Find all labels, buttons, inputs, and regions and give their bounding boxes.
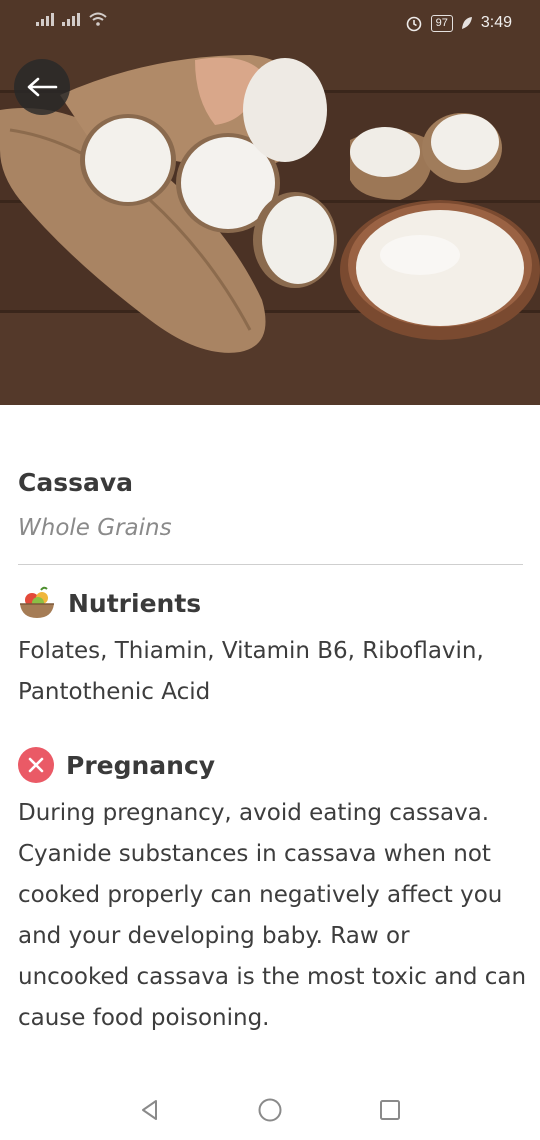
pregnancy-text: During pregnancy, avoid eating cassava. … xyxy=(18,800,527,1031)
home-circle-icon xyxy=(258,1098,282,1122)
close-circle-icon xyxy=(18,747,54,783)
alarm-icon xyxy=(406,16,421,32)
pregnancy-heading: Pregnancy xyxy=(66,750,216,780)
food-title: Cassava xyxy=(18,468,134,497)
signal-1-icon xyxy=(36,13,54,26)
nav-recents-button[interactable] xyxy=(370,1090,410,1130)
back-button[interactable] xyxy=(14,59,70,115)
battery-level: 97 xyxy=(430,14,453,32)
signal-indicators xyxy=(36,12,108,26)
cassava-photo xyxy=(0,0,540,405)
wifi-icon xyxy=(89,12,107,26)
nav-back-button[interactable] xyxy=(130,1090,170,1130)
recents-square-icon xyxy=(380,1100,400,1120)
leaf-icon xyxy=(461,17,472,29)
nutrients-header: Nutrients xyxy=(18,586,201,620)
signal-2-icon xyxy=(62,13,80,26)
status-bar: 97 3:49 xyxy=(0,0,540,46)
system-nav-bar xyxy=(0,1080,540,1140)
back-triangle-icon xyxy=(142,1100,157,1120)
food-category: Whole Grains xyxy=(18,515,172,541)
status-time: 3:49 xyxy=(480,14,512,31)
arrow-left-icon xyxy=(27,77,58,97)
fruit-bowl-icon xyxy=(20,586,54,618)
nav-home-button[interactable] xyxy=(250,1090,290,1130)
pregnancy-header: Pregnancy xyxy=(18,747,215,783)
divider xyxy=(18,564,523,565)
nutrients-text: Folates, Thiamin, Vitamin B6, Riboflavin… xyxy=(18,638,484,705)
hero-image xyxy=(0,0,540,405)
nutrients-heading: Nutrients xyxy=(68,588,202,618)
